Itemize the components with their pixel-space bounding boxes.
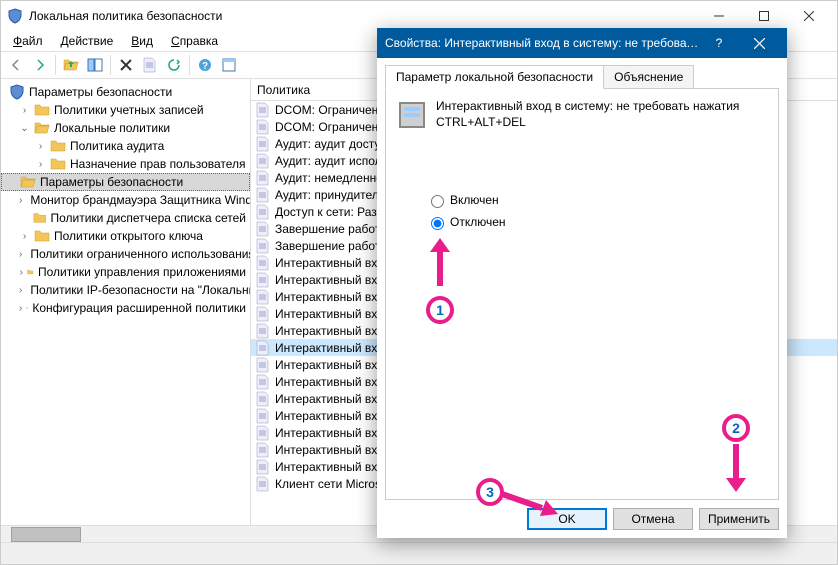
- policy-icon: [255, 391, 271, 407]
- policy-icon: [255, 425, 271, 441]
- policy-icon: [255, 357, 271, 373]
- cancel-button[interactable]: Отмена: [613, 508, 693, 530]
- minimize-button[interactable]: [696, 2, 741, 30]
- menu-view[interactable]: Вид: [123, 32, 161, 50]
- refresh-button[interactable]: [163, 54, 185, 76]
- menu-file[interactable]: Файл: [5, 32, 51, 50]
- folder-open-icon: [34, 120, 50, 136]
- policy-icon: [255, 476, 271, 492]
- radio-enabled[interactable]: Включен: [426, 189, 768, 211]
- dialog-titlebar[interactable]: Свойства: Интерактивный вход в систему: …: [377, 28, 787, 58]
- tree-item[interactable]: ›Конфигурация расширенной политики: [1, 299, 250, 317]
- policy-icon: [255, 459, 271, 475]
- tree-item[interactable]: Политики диспетчера списка сетей: [1, 209, 250, 227]
- policy-icon: [255, 306, 271, 322]
- policy-icon: [255, 408, 271, 424]
- tree-item[interactable]: ›Политики ограниченного использования: [1, 245, 250, 263]
- tab-security-setting[interactable]: Параметр локальной безопасности: [385, 65, 604, 89]
- folder-icon: [34, 228, 50, 244]
- tree-subitem-security-options[interactable]: Параметры безопасности: [1, 173, 250, 191]
- folder-icon: [50, 156, 66, 172]
- radio-disabled[interactable]: Отключен: [426, 211, 768, 233]
- tab-content: Интерактивный вход в систему: не требова…: [385, 88, 779, 500]
- policy-icon: [255, 221, 271, 237]
- policy-icon: [255, 442, 271, 458]
- server-icon: [396, 99, 428, 131]
- svg-text:?: ?: [716, 37, 723, 49]
- up-button[interactable]: [60, 54, 82, 76]
- app-icon: [7, 8, 23, 24]
- folder-icon: [26, 300, 28, 316]
- tree-item[interactable]: ›Политики открытого ключа: [1, 227, 250, 245]
- folder-open-icon: [20, 174, 36, 190]
- properties-button[interactable]: [139, 54, 161, 76]
- svg-text:?: ?: [202, 61, 208, 72]
- tree-item[interactable]: ›Монитор брандмауэра Защитника Windows: [1, 191, 250, 209]
- tree-item[interactable]: ›Политики учетных записей: [1, 101, 250, 119]
- policy-icon: [255, 170, 271, 186]
- dialog-help-button[interactable]: ?: [699, 28, 739, 58]
- dialog-close-button[interactable]: [739, 28, 779, 58]
- folder-icon: [27, 264, 33, 280]
- tree-subitem[interactable]: ›Политика аудита: [1, 137, 250, 155]
- menu-help[interactable]: Справка: [163, 32, 226, 50]
- show-hide-button[interactable]: [84, 54, 106, 76]
- policy-icon: [255, 204, 271, 220]
- policy-icon: [255, 374, 271, 390]
- policy-icon: [255, 255, 271, 271]
- back-button[interactable]: [5, 54, 27, 76]
- policy-icon: [255, 187, 271, 203]
- folder-icon: [33, 210, 47, 226]
- titlebar: Локальная политика безопасности: [1, 1, 837, 31]
- tree-hscrollbar[interactable]: [1, 525, 251, 542]
- policy-icon: [255, 153, 271, 169]
- shield-icon: [9, 84, 25, 100]
- tree-root-label: Параметры безопасности: [29, 85, 172, 99]
- tree-item[interactable]: ›Политики управления приложениями: [1, 263, 250, 281]
- close-button[interactable]: [786, 2, 831, 30]
- apply-button[interactable]: Применить: [699, 508, 779, 530]
- policy-icon: [255, 136, 271, 152]
- menu-action[interactable]: Действие: [53, 32, 122, 50]
- tree-subitem[interactable]: ›Назначение прав пользователя: [1, 155, 250, 173]
- tree-item[interactable]: ›Политики IP-безопасности на "Локальный …: [1, 281, 250, 299]
- forward-button[interactable]: [29, 54, 51, 76]
- policy-icon: [255, 102, 271, 118]
- policy-icon: [255, 119, 271, 135]
- radio-disabled-input[interactable]: [431, 217, 444, 230]
- dialog-title: Свойства: Интерактивный вход в систему: …: [385, 36, 699, 50]
- ok-button[interactable]: OK: [527, 508, 607, 530]
- policy-icon: [255, 272, 271, 288]
- help-button[interactable]: ?: [194, 54, 216, 76]
- statusbar: [1, 542, 837, 564]
- folder-icon: [34, 102, 50, 118]
- properties-dialog: Свойства: Интерактивный вход в систему: …: [377, 28, 787, 538]
- policy-icon: [255, 340, 271, 356]
- window-title: Локальная политика безопасности: [29, 9, 696, 23]
- delete-button[interactable]: [115, 54, 137, 76]
- policy-icon: [255, 289, 271, 305]
- export-button[interactable]: [218, 54, 240, 76]
- policy-icon: [255, 323, 271, 339]
- tree-root[interactable]: Параметры безопасности: [1, 83, 250, 101]
- dialog-button-row: OK Отмена Применить: [385, 500, 779, 530]
- tree-pane[interactable]: Параметры безопасности ›Политики учетных…: [1, 79, 251, 525]
- policy-description: Интерактивный вход в систему: не требова…: [436, 99, 768, 131]
- tree-item-local-policies[interactable]: ⌄Локальные политики: [1, 119, 250, 137]
- dialog-tabs: Параметр локальной безопасности Объяснен…: [385, 65, 779, 89]
- folder-icon: [50, 138, 66, 154]
- policy-icon: [255, 238, 271, 254]
- radio-enabled-input[interactable]: [431, 195, 444, 208]
- maximize-button[interactable]: [741, 2, 786, 30]
- tab-explain[interactable]: Объяснение: [603, 65, 694, 89]
